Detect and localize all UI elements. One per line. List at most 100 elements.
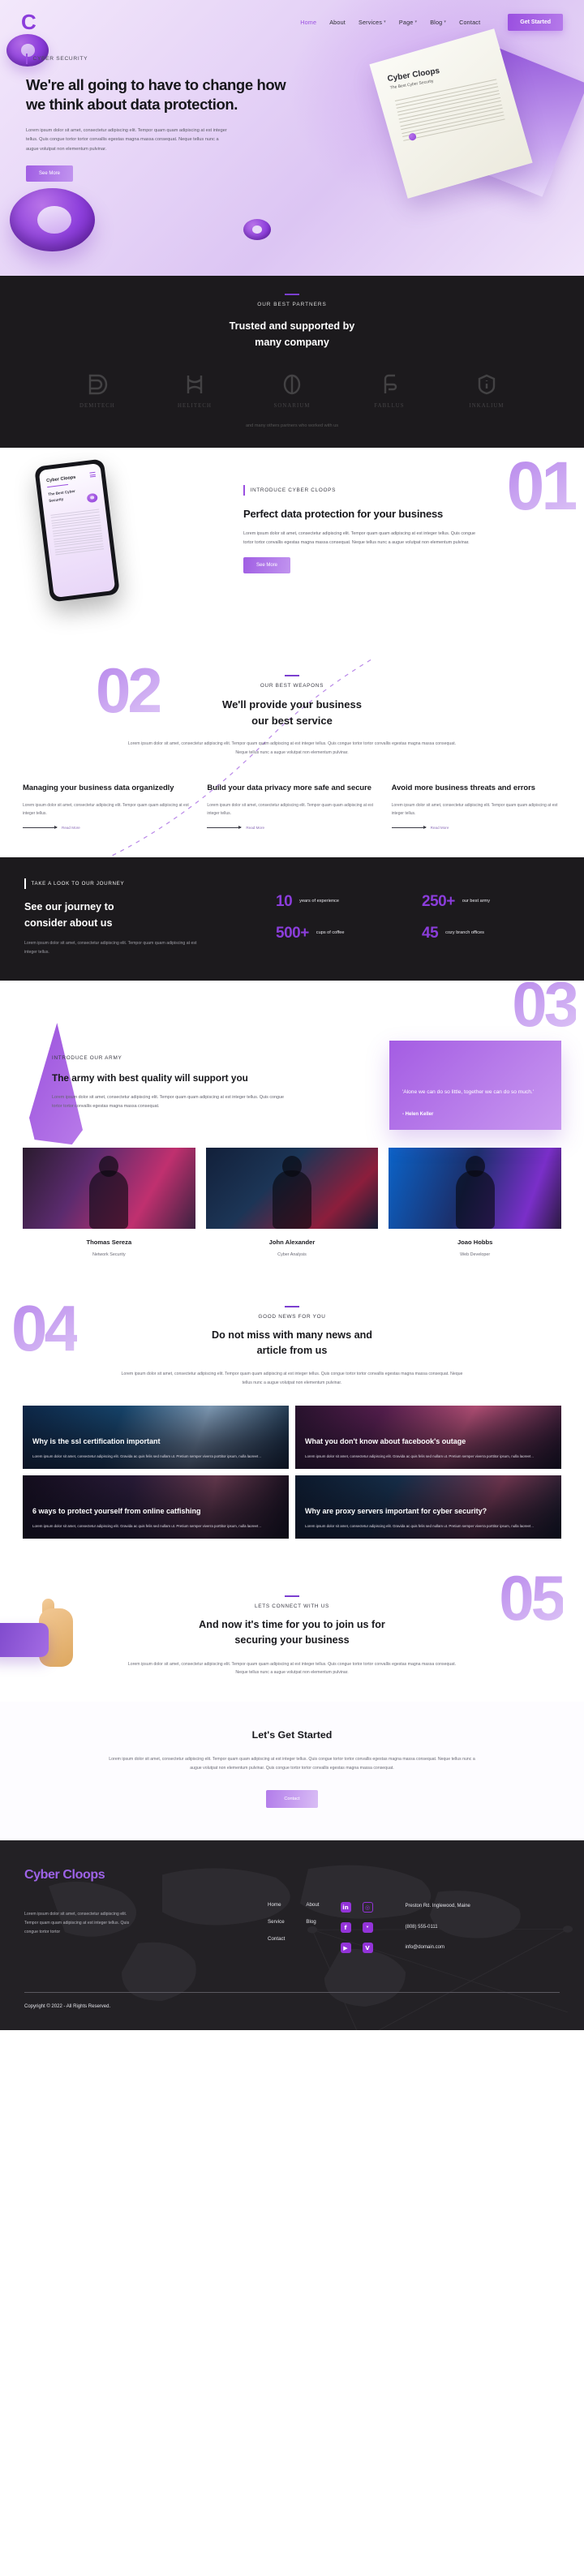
section-01-eyebrow-label: INTRODUCE CYBER CLOOPS: [250, 487, 337, 494]
footer-email[interactable]: info@domain.com: [406, 1943, 495, 1952]
team-member[interactable]: Joao Hobbs Web Developer: [389, 1148, 562, 1257]
section-05-paragraph: Lorem ipsum dolor sit amet, consectetur …: [127, 1661, 457, 1676]
section-02-header: OUR BEST WEAPONS We'll provide your busi…: [0, 663, 584, 758]
fabllus-logo-icon: [364, 371, 414, 397]
footer-link-contact[interactable]: Contact: [268, 1936, 285, 1942]
contact-button[interactable]: Contact: [266, 1790, 318, 1809]
team-member-photo: [389, 1148, 562, 1230]
nav-item-home[interactable]: Home: [300, 19, 316, 26]
service-card-title: Managing your business data organizedly: [23, 782, 174, 792]
hamburger-menu-icon[interactable]: [89, 471, 97, 479]
partner-sonarium[interactable]: SONARIUM: [267, 371, 317, 409]
article-card-list: Why is the ssl certification important L…: [0, 1388, 584, 1539]
get-started-button[interactable]: Get Started: [508, 13, 563, 31]
twitter-icon[interactable]: ᵛ: [362, 1922, 373, 1934]
chevron-down-icon: ▾: [444, 19, 447, 24]
section-01-number: 01: [506, 448, 579, 525]
read-more-link[interactable]: Read More: [391, 825, 561, 830]
nav-item-contact[interactable]: Contact: [459, 19, 480, 26]
footer-phone[interactable]: (808) 555-0111: [406, 1923, 495, 1932]
read-more-label: Read More: [62, 825, 80, 830]
hero-title: We're all going to have to change how we…: [26, 76, 286, 114]
landing-page: C Home About Services ▾ Page ▾ Blog ▾ Conta…: [0, 0, 584, 2030]
team-member[interactable]: John Alexander Cyber Analysis: [205, 1148, 379, 1257]
partner-sonarium-label: SONARIUM: [273, 403, 311, 410]
stats-title: See our journey to consider about us: [24, 899, 260, 931]
divider-dash: [285, 1595, 299, 1597]
footer-link-service[interactable]: Service: [268, 1919, 285, 1925]
section-01-paragraph: Lorem ipsum dolor sit amet, consectetur …: [243, 531, 476, 546]
section-04-title-line2: article from us: [256, 1345, 328, 1357]
person-silhouette-icon: [89, 1170, 129, 1230]
footer-link-blog[interactable]: Blog: [306, 1919, 319, 1925]
footer-address: Preston Rd. Inglewood, Maine: [405, 1904, 470, 1909]
article-card[interactable]: What you don't know about facebook's out…: [295, 1405, 561, 1469]
helitech-logo-icon: [170, 371, 220, 397]
stat-item: 45 cozy branch offices: [422, 925, 560, 941]
team-member[interactable]: Thomas Sereza Network Security: [23, 1148, 195, 1257]
arrow-right-icon: [207, 825, 243, 829]
nav-item-home-label: Home: [300, 18, 317, 26]
section-02-eyebrow: OUR BEST WEAPONS: [260, 683, 324, 689]
service-card[interactable]: Managing your business data organizedly …: [23, 782, 192, 830]
hero-paragraph: Lorem ipsum dolor sit amet, consectetur …: [26, 127, 227, 152]
section-04: 04 GOOD NEWS FOR YOU Do not miss with ma…: [0, 1278, 584, 1563]
nav-item-blog[interactable]: Blog ▾: [430, 19, 446, 26]
nav-item-services[interactable]: Services ▾: [359, 19, 386, 26]
person-silhouette-icon: [455, 1170, 495, 1230]
article-card-title: What you don't know about facebook's out…: [305, 1437, 466, 1446]
section-02-title: We'll provide your business our best ser…: [0, 697, 584, 728]
phone-screen: Cyber Cloops The Best Cyber Security: [38, 462, 116, 599]
service-card[interactable]: Build your data privacy more safe and se…: [207, 782, 376, 830]
phone-rule-divider: [47, 483, 69, 488]
section-01-see-more-button[interactable]: See More: [243, 557, 291, 574]
team-member-name: Joao Hobbs: [457, 1239, 493, 1247]
article-card-title: Why are proxy servers important for cybe…: [305, 1507, 487, 1516]
nav-item-page[interactable]: Page ▾: [399, 19, 417, 26]
nav-item-about[interactable]: About: [329, 19, 346, 26]
section-05-title-line2: securing your business: [234, 1634, 350, 1646]
stats-title-line1: See our journey to: [24, 900, 114, 912]
article-card[interactable]: 6 ways to protect yourself from online c…: [23, 1475, 289, 1539]
stats-title-line2: consider about us: [24, 917, 113, 930]
torus-decoration-mini: [243, 219, 271, 240]
partner-demitech[interactable]: DEMITECH: [72, 371, 122, 409]
article-card-body: Why are proxy servers important for cybe…: [305, 1506, 552, 1531]
footer-logo[interactable]: Cyber Cloops: [24, 1868, 268, 1883]
stats-section: TAKE A LOOK TO OUR JOURNEY See our journ…: [0, 857, 584, 981]
facebook-icon[interactable]: f: [340, 1922, 351, 1934]
instagram-icon[interactable]: ◎: [362, 1902, 373, 1913]
footer-link-home[interactable]: Home: [268, 1902, 285, 1908]
article-card[interactable]: Why are proxy servers important for cybe…: [295, 1475, 561, 1539]
hero-see-more-button[interactable]: See More: [26, 165, 74, 182]
service-card[interactable]: Avoid more business threats and errors L…: [391, 782, 561, 830]
testimonial-card: 'Alone we can do so little, together we …: [389, 1041, 561, 1131]
read-more-link[interactable]: Read More: [23, 825, 192, 830]
eyebrow-bar-icon: [243, 485, 245, 496]
read-more-link[interactable]: Read More: [207, 825, 376, 830]
arrow-right-icon: [391, 825, 427, 829]
linkedin-icon[interactable]: in: [340, 1902, 351, 1913]
stats-content: TAKE A LOOK TO OUR JOURNEY See our journ…: [24, 878, 260, 956]
arrow-right-icon: [23, 825, 58, 829]
partners-eyebrow: OUR BEST PARTNERS: [257, 302, 327, 307]
section-05-title-line1: And now it's time for you to join us for: [199, 1618, 385, 1630]
read-more-label: Read More: [246, 825, 265, 830]
partner-inkalium[interactable]: INKALIUM: [462, 371, 512, 409]
partner-fabllus-label: FABLLUS: [374, 403, 405, 410]
article-card[interactable]: Why is the ssl certification important L…: [23, 1405, 289, 1469]
section-03-paragraph: Lorem ipsum dolor sit amet, consectetur …: [52, 1095, 285, 1110]
hero-eyebrow-label: CYBER SECURITY: [32, 56, 88, 62]
brand-logo[interactable]: C: [21, 11, 94, 32]
partner-fabllus[interactable]: FABLLUS: [364, 371, 414, 409]
vimeo-icon[interactable]: V: [362, 1943, 373, 1954]
footer-link-about[interactable]: About: [306, 1902, 319, 1908]
service-card-body: Lorem ipsum dolor sit amet, consectetur …: [391, 802, 558, 816]
youtube-icon[interactable]: ▶: [340, 1943, 351, 1954]
article-card-excerpt: Lorem ipsum dolor sit amet, consectetur …: [305, 1454, 534, 1459]
stat-value: 250+: [422, 893, 455, 911]
person-silhouette-icon: [273, 1170, 311, 1230]
service-card-body: Lorem ipsum dolor sit amet, consectetur …: [23, 802, 189, 816]
partner-helitech[interactable]: HELITECH: [170, 371, 220, 409]
stat-value: 45: [422, 925, 439, 942]
